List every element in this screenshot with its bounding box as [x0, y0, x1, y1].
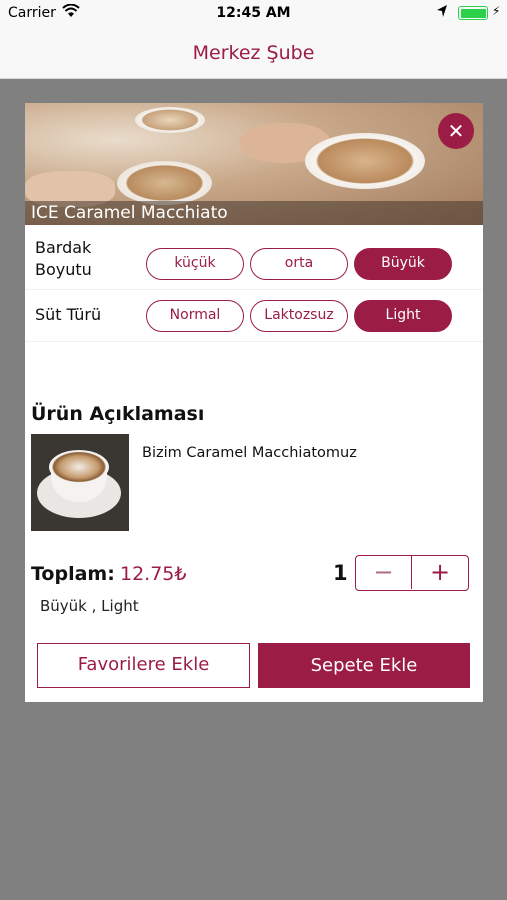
- cup-size-option-medium[interactable]: orta: [250, 248, 348, 280]
- description-text: Bizim Caramel Macchiatomuz: [142, 445, 357, 461]
- product-modal: ICE Caramel Macchiato ✕ Bardak Boyutu kü…: [25, 103, 483, 702]
- quantity-stepper: − +: [355, 555, 469, 591]
- location-icon: [436, 4, 448, 22]
- plus-icon: +: [429, 558, 451, 586]
- selection-summary: Büyük , Light: [40, 597, 139, 615]
- status-bar: Carrier 12:45 AM ⚡: [0, 0, 507, 28]
- minus-icon: −: [373, 558, 394, 586]
- add-to-favorites-button[interactable]: Favorilere Ekle: [37, 643, 250, 688]
- status-time: 12:45 AM: [216, 5, 291, 21]
- page-title: Merkez Şube: [192, 42, 315, 64]
- cup-size-row: Bardak Boyutu küçük orta Büyük: [25, 225, 483, 290]
- cup-size-option-small[interactable]: küçük: [146, 248, 244, 280]
- total-price: 12.75₺: [120, 563, 187, 585]
- product-name: ICE Caramel Macchiato: [25, 201, 483, 225]
- battery-icon: [458, 6, 488, 20]
- decrease-quantity-button[interactable]: −: [356, 556, 412, 589]
- add-to-cart-button[interactable]: Sepete Ekle: [258, 643, 470, 688]
- milk-type-option-normal[interactable]: Normal: [146, 300, 244, 332]
- increase-quantity-button[interactable]: +: [412, 556, 468, 589]
- milk-type-option-lactose-free[interactable]: Laktozsuz: [250, 300, 348, 332]
- close-icon: ✕: [447, 119, 465, 143]
- product-thumbnail: [31, 434, 129, 531]
- cup-size-option-large[interactable]: Büyük: [354, 248, 452, 280]
- milk-type-row: Süt Türü Normal Laktozsuz Light: [25, 290, 483, 342]
- product-hero-image: ICE Caramel Macchiato: [25, 103, 483, 225]
- cup-size-label: Bardak Boyutu: [35, 238, 92, 279]
- quantity-value: 1: [333, 561, 348, 585]
- navigation-bar: Merkez Şube: [0, 28, 507, 79]
- total-label: Toplam:: [31, 563, 115, 585]
- description-title: Ürün Açıklaması: [31, 403, 205, 425]
- charging-icon: ⚡: [492, 4, 501, 18]
- milk-type-label: Süt Türü: [35, 305, 102, 324]
- close-button[interactable]: ✕: [438, 113, 474, 149]
- milk-type-option-light[interactable]: Light: [354, 300, 452, 332]
